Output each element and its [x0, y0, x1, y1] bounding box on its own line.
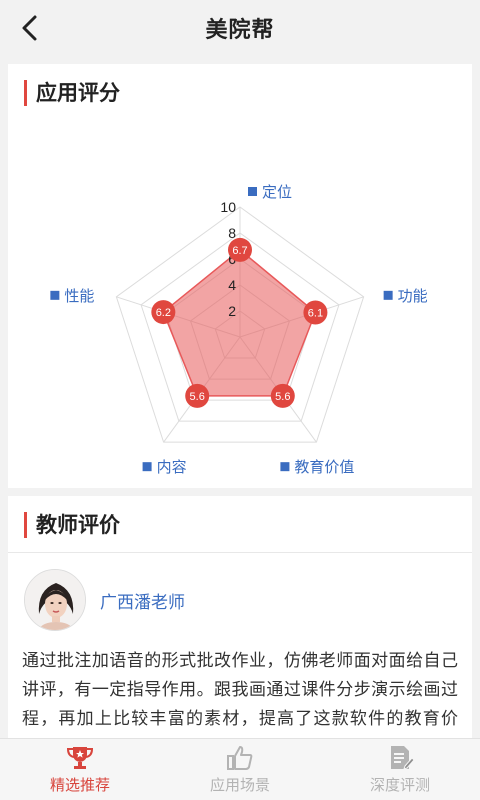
teacher-info: 广西潘老师	[8, 553, 472, 639]
review-text: 通过批注加语音的形式批改作业，仿佛老师面对面给自己讲评，有一定指导作用。跟我画通…	[22, 651, 458, 729]
radar-tick-label: 10	[220, 199, 236, 215]
tab-review[interactable]: 深度评测	[320, 739, 480, 800]
legend-square-icon	[142, 462, 152, 472]
section-accent-bar	[24, 80, 27, 106]
teacher-review-card: 教师评价 广西潘老师 通过批注加语音的形式批改作业，仿佛老师面对面给自己讲评，有…	[8, 496, 472, 738]
teacher-portrait	[25, 570, 85, 630]
document-edit-icon	[391, 745, 415, 770]
radar-tick-label: 8	[228, 225, 236, 241]
tab-scenarios[interactable]: 应用场景	[160, 739, 320, 800]
bottom-tab-bar: 精选推荐 应用场景 深度评测	[0, 738, 480, 800]
radar-axis-label: 内容	[157, 458, 187, 476]
top-bar: 美院帮	[0, 0, 480, 56]
radar-value-label: 5.6	[190, 391, 205, 403]
trophy-icon	[66, 746, 94, 769]
radar-axis-label: 功能	[398, 287, 428, 305]
legend-square-icon	[248, 187, 257, 196]
avatar[interactable]	[24, 569, 86, 631]
radar-value-label: 6.7	[232, 245, 247, 257]
score-section-title: 应用评分	[36, 81, 120, 105]
page-title: 美院帮	[205, 18, 275, 43]
back-button[interactable]	[14, 12, 46, 44]
teacher-name-link[interactable]: 广西潘老师	[100, 588, 185, 613]
radar-tick-label: 4	[228, 277, 236, 293]
thumbs-up-icon	[227, 745, 253, 770]
radar-tick-label: 2	[228, 303, 236, 319]
radar-value-label: 6.1	[308, 307, 323, 319]
radar-axis-label: 教育价值	[294, 458, 354, 476]
score-section-header: 应用评分	[8, 64, 472, 120]
legend-square-icon	[50, 290, 60, 300]
teacher-section-header: 教师评价	[8, 496, 472, 552]
tab-scenarios-label: 应用场景	[209, 775, 270, 794]
legend-square-icon	[280, 462, 290, 472]
chevron-left-icon	[22, 15, 37, 41]
tab-featured[interactable]: 精选推荐	[0, 739, 160, 800]
tab-featured-label: 精选推荐	[49, 775, 110, 794]
radar-value-label: 6.2	[156, 307, 171, 319]
radar-value-label: 5.6	[275, 391, 290, 403]
section-accent-bar	[24, 512, 27, 538]
legend-square-icon	[383, 290, 393, 300]
radar-axis-label: 定位	[262, 183, 292, 201]
app-score-card: 应用评分 10 8 6 4 2 6.7 6.1 5.6 5.6 6.2 定位 功能 教育价值 内容 性能	[8, 64, 472, 488]
radar-chart: 1086426.76.15.65.66.2定位功能教育价值内容性能	[50, 183, 428, 476]
tab-review-label: 深度评测	[369, 775, 430, 794]
teacher-section-title: 教师评价	[36, 513, 120, 537]
radar-axis-label: 性能	[64, 287, 94, 305]
